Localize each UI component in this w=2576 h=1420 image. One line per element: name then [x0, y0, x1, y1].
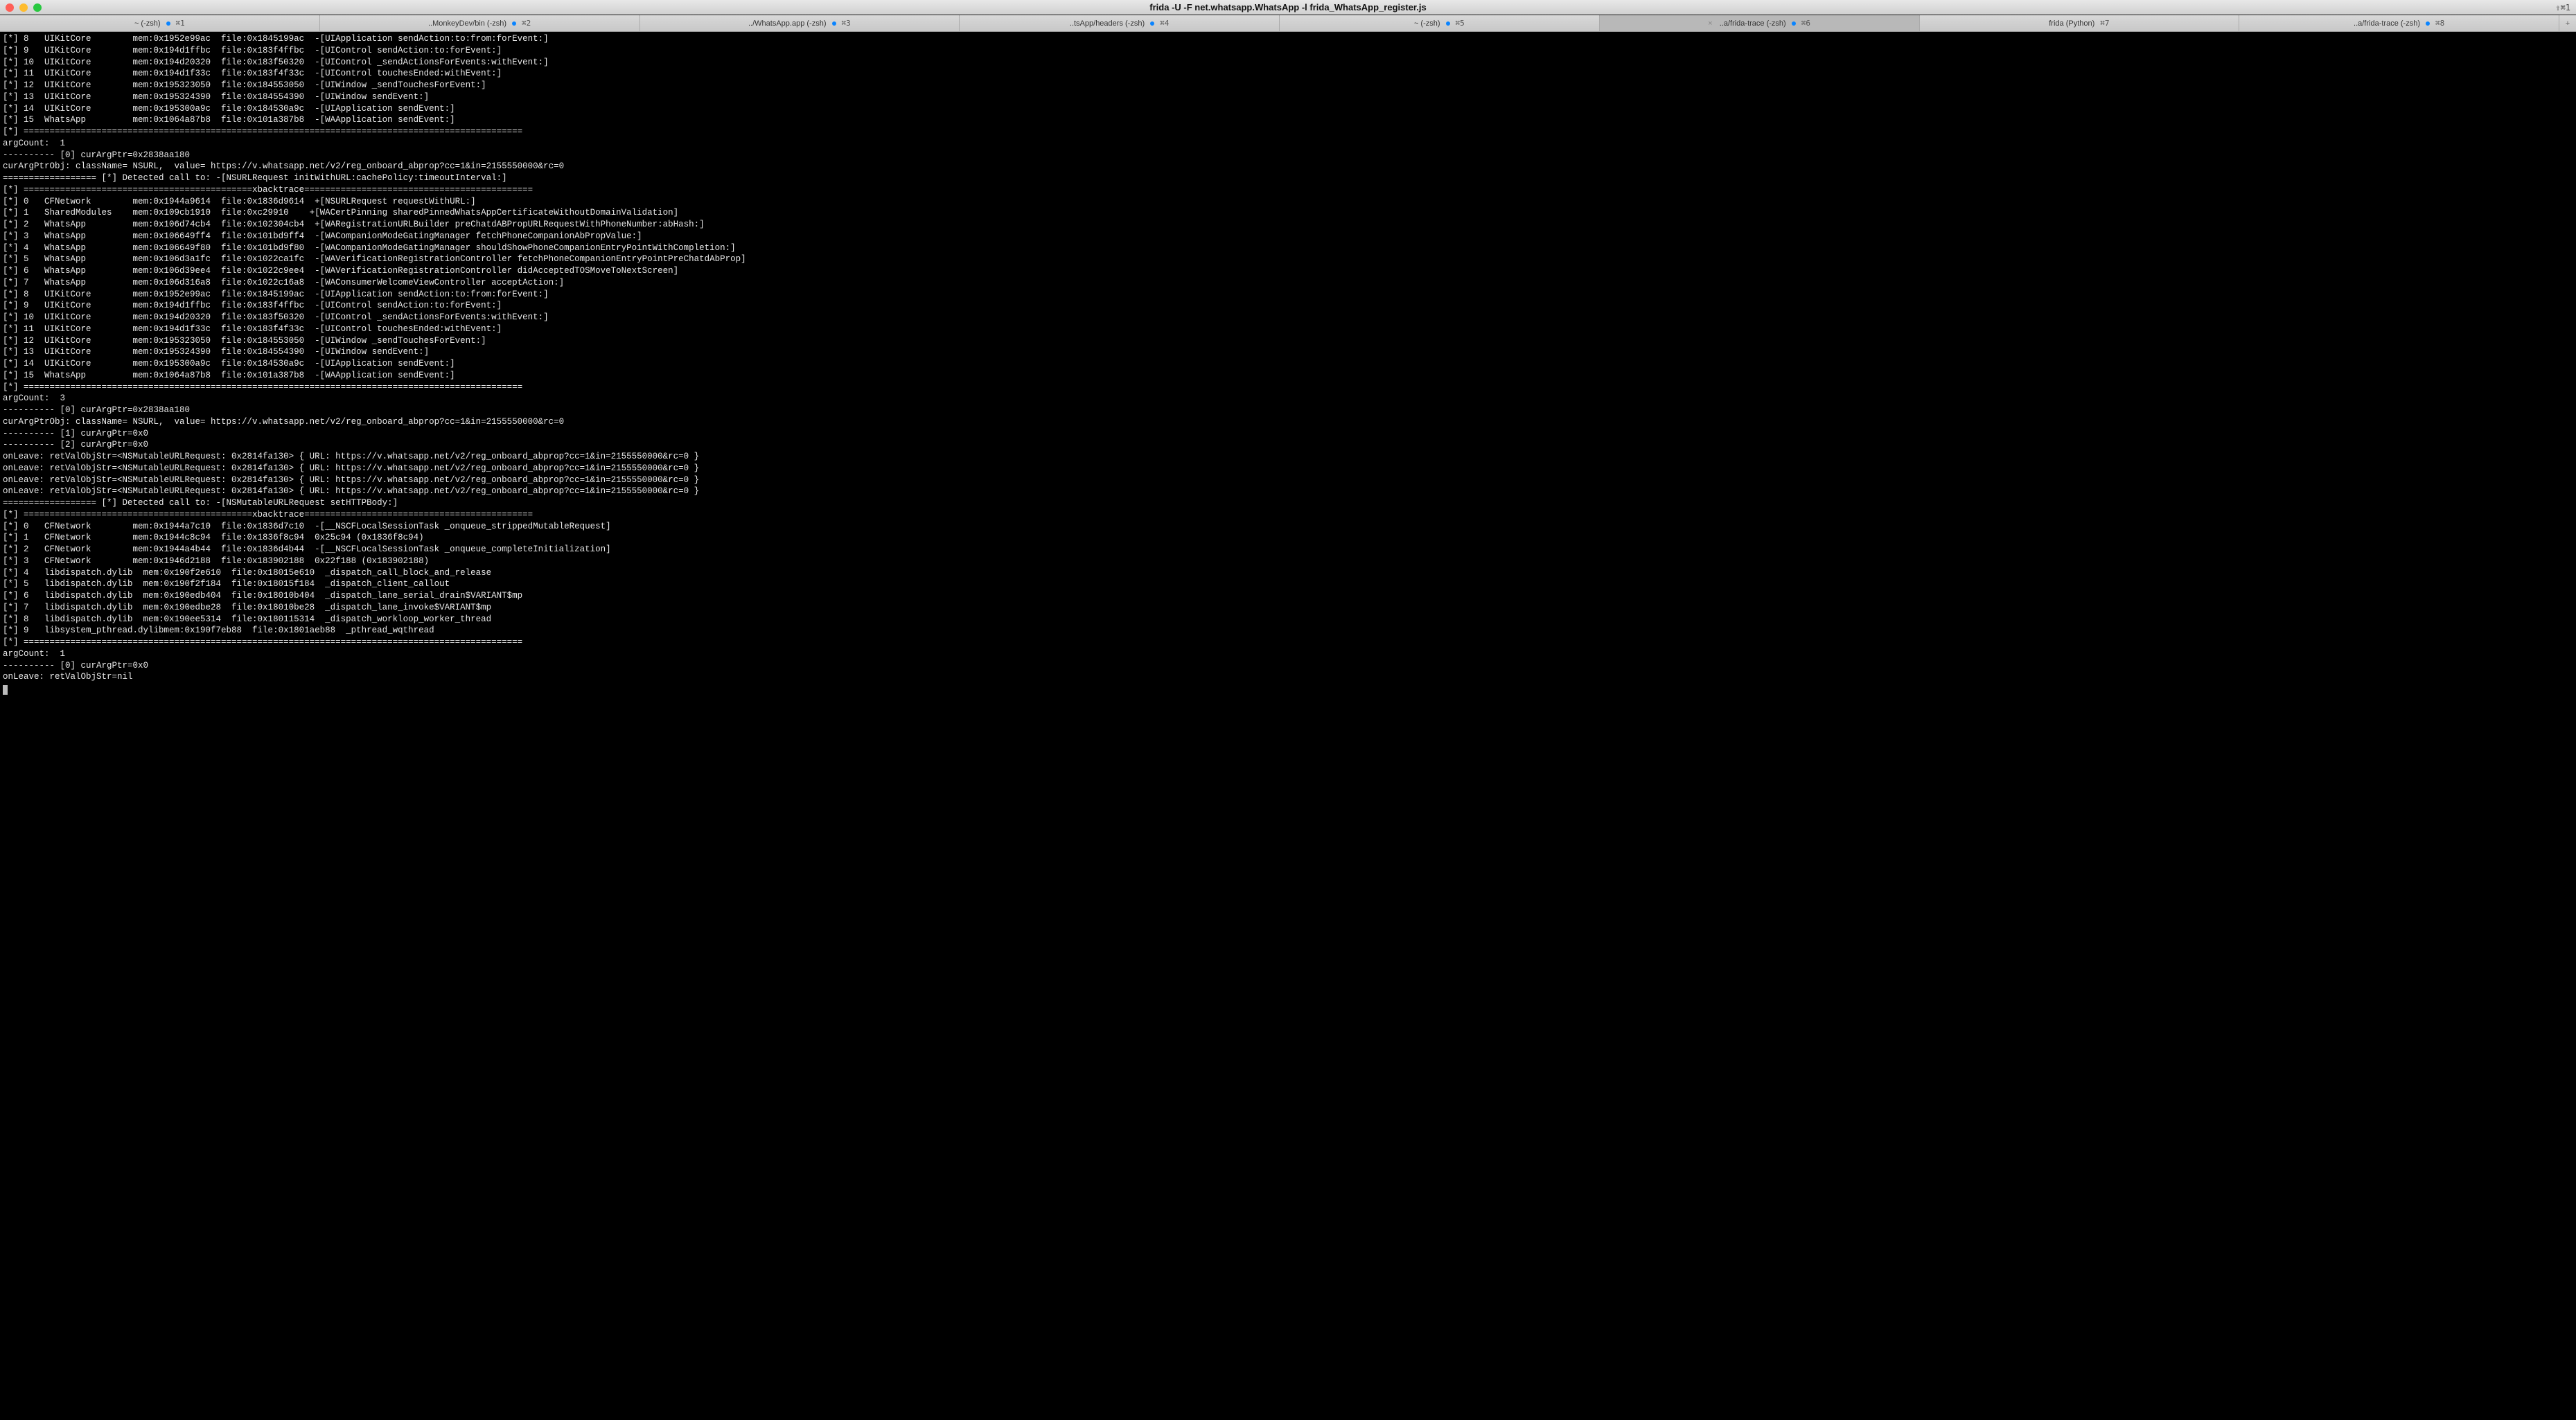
tab-activity-dot-icon [2426, 21, 2430, 26]
tab-activity-dot-icon [832, 21, 836, 26]
tab-shortcut: ⌘4 [1160, 19, 1169, 28]
tab-shortcut: ⌘3 [842, 19, 851, 28]
tab-shortcut: ⌘2 [522, 19, 531, 28]
tab-shortcut: ⌘6 [1801, 19, 1810, 28]
tab-label: ../WhatsApp.app (-zsh) [748, 19, 827, 28]
window-titlebar: frida -U -F net.whatsapp.WhatsApp -l fri… [0, 0, 2576, 15]
tab-4[interactable]: ~ (-zsh) ⌘5 [1280, 15, 1600, 31]
tab-2[interactable]: ../WhatsApp.app (-zsh) ⌘3 [640, 15, 960, 31]
tab-label: ..a/frida-trace (-zsh) [1720, 19, 1786, 28]
tab-shortcut: ⌘1 [176, 19, 185, 28]
tab-activity-dot-icon [512, 21, 516, 26]
close-window-button[interactable] [6, 3, 14, 12]
tab-shortcut: ⌘7 [2100, 19, 2109, 28]
tab-activity-dot-icon [1150, 21, 1154, 26]
tab-0[interactable]: ~ (-zsh) ⌘1 [0, 15, 320, 31]
minimize-window-button[interactable] [19, 3, 28, 12]
tab-bar: ~ (-zsh) ⌘1 ..MonkeyDev/bin (-zsh) ⌘2 ../Wha… [0, 15, 2576, 32]
tab-activity-dot-icon [166, 21, 170, 26]
tab-shortcut: ⌘8 [2435, 19, 2444, 28]
tab-activity-dot-icon [1792, 21, 1796, 26]
tab-label: ~ (-zsh) [1414, 19, 1440, 28]
tab-label: frida (Python) [2049, 19, 2094, 28]
tab-label: ..a/frida-trace (-zsh) [2354, 19, 2420, 28]
traffic-lights [6, 3, 42, 12]
terminal-cursor [3, 685, 8, 695]
tab-label: ~ (-zsh) [134, 19, 161, 28]
tab-close-icon[interactable]: × [1708, 19, 1712, 28]
tab-7[interactable]: ..a/frida-trace (-zsh) ⌘8 [2239, 15, 2559, 31]
maximize-window-button[interactable] [33, 3, 42, 12]
terminal-output[interactable]: [*] 8 UIKitCore mem:0x1952e99ac file:0x1… [0, 32, 2576, 1420]
tab-3[interactable]: ..tsApp/headers (-zsh) ⌘4 [960, 15, 1280, 31]
add-tab-button[interactable]: + [2559, 15, 2576, 31]
tab-label: ..tsApp/headers (-zsh) [1070, 19, 1145, 28]
tab-6[interactable]: frida (Python) ⌘7 [1920, 15, 2240, 31]
window-shortcut-indicator: ⇧⌘1 [2555, 3, 2570, 12]
tab-5[interactable]: × ..a/frida-trace (-zsh) ⌘6 [1600, 15, 1920, 31]
window-title: frida -U -F net.whatsapp.WhatsApp -l fri… [0, 2, 2576, 12]
tab-label: ..MonkeyDev/bin (-zsh) [428, 19, 506, 28]
tab-1[interactable]: ..MonkeyDev/bin (-zsh) ⌘2 [320, 15, 640, 31]
tab-shortcut: ⌘5 [1456, 19, 1465, 28]
tab-activity-dot-icon [1446, 21, 1450, 26]
